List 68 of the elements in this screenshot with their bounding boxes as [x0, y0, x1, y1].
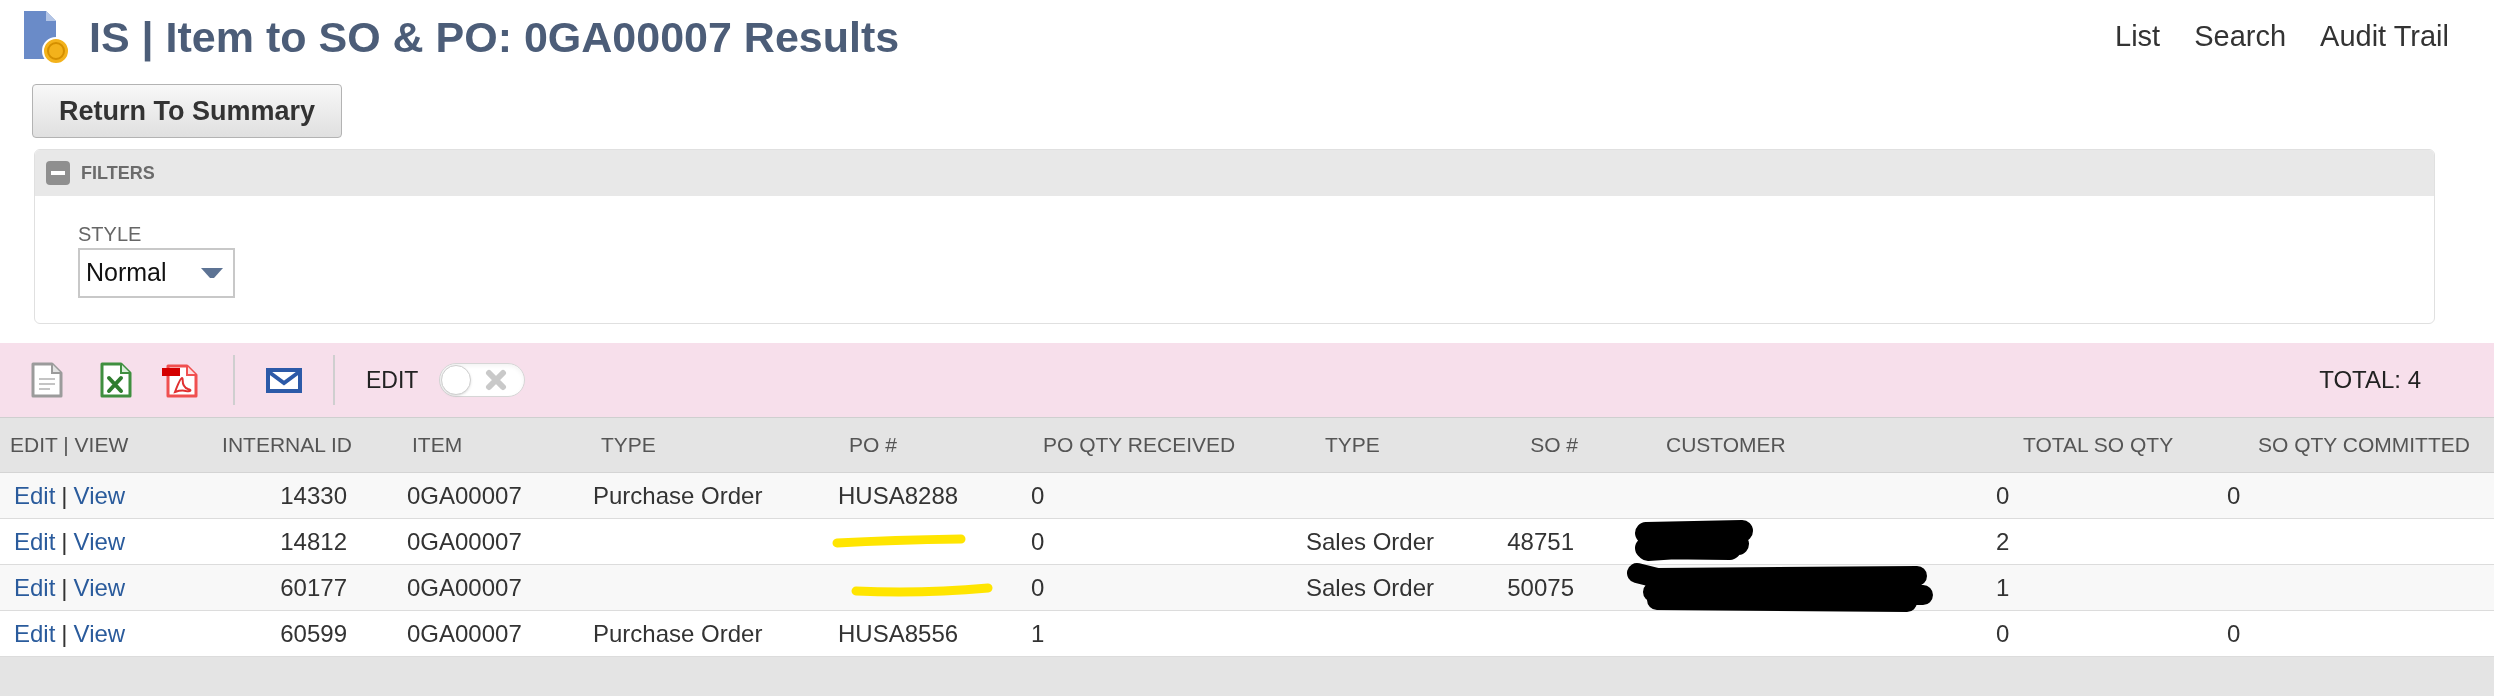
nav-link[interactable]: List — [2115, 15, 2161, 59]
column-header[interactable]: EDIT | VIEW — [10, 429, 129, 461]
so-qty-committed-text: 0 — [2227, 618, 2241, 649]
nav-link[interactable]: Search — [2194, 15, 2287, 59]
order-type-text: Purchase Order — [593, 618, 763, 649]
view-link[interactable]: View — [73, 477, 126, 514]
column-header[interactable]: TOTAL SO QTY — [2023, 429, 2174, 461]
total-so-qty-text: 2 — [1996, 526, 2010, 557]
return-to-summary-button[interactable]: Return To Summary — [32, 84, 342, 138]
order-type-text: Sales Order — [1306, 572, 1435, 603]
collapse-icon[interactable] — [46, 161, 70, 185]
edit-link[interactable]: Edit — [14, 615, 56, 652]
view-link[interactable]: View — [73, 523, 126, 560]
internal-id-text: 60599 — [280, 618, 347, 649]
item-code-text: 0GA00007 — [407, 480, 522, 511]
column-header[interactable]: TYPE — [1325, 429, 1380, 461]
caret-icon — [201, 267, 223, 279]
total-so-qty-text: 0 — [1996, 618, 2010, 649]
item-code-text: 0GA00007 — [407, 572, 522, 603]
pdf-document-icon[interactable] — [162, 362, 198, 398]
link-separator: | — [61, 480, 68, 511]
nav-link[interactable]: Audit Trail — [2320, 15, 2449, 59]
spreadsheet-file-icon[interactable] — [100, 362, 132, 398]
filters-header[interactable]: FILTERS — [35, 150, 2434, 196]
column-header[interactable]: SO QTY COMMITTED — [2258, 429, 2470, 461]
so-qty-committed-text: 0 — [2227, 480, 2241, 511]
po-number-text: HUSA8288 — [838, 480, 959, 511]
order-type-text: Purchase Order — [593, 480, 763, 511]
total-count: TOTAL: 4 — [2319, 365, 2421, 395]
edit-link[interactable]: Edit — [14, 523, 56, 560]
view-link[interactable]: View — [73, 569, 126, 606]
column-header[interactable]: PO # — [849, 429, 897, 461]
total-so-qty-text: 1 — [1996, 572, 2010, 603]
edit-link[interactable]: Edit — [14, 569, 56, 606]
link-separator: | — [61, 618, 68, 649]
filters-title: FILTERS — [81, 161, 155, 185]
po-number-text: HUSA8556 — [838, 618, 959, 649]
po-qty-received-text: 0 — [1031, 572, 1045, 603]
column-header[interactable]: ITEM — [412, 429, 463, 461]
document-icon[interactable] — [31, 362, 63, 398]
so-number-text: 48751 — [1507, 526, 1574, 557]
view-link[interactable]: View — [73, 615, 126, 652]
internal-id-text: 60177 — [280, 572, 347, 603]
edit-toggle[interactable] — [439, 363, 526, 397]
column-header[interactable]: INTERNAL ID — [222, 429, 352, 461]
total-so-qty-text: 0 — [1996, 480, 2010, 511]
so-number-text: 50075 — [1507, 572, 1574, 603]
po-qty-received-text: 0 — [1031, 526, 1045, 557]
edit-label: EDIT — [366, 365, 419, 395]
item-code-text: 0GA00007 — [407, 618, 522, 649]
document-coin-icon — [22, 9, 70, 65]
internal-id-text: 14330 — [280, 480, 347, 511]
column-header[interactable]: CUSTOMER — [1666, 429, 1786, 461]
x-mark-icon — [485, 369, 508, 391]
style-dropdown[interactable]: Normal — [78, 248, 235, 298]
edit-link[interactable]: Edit — [14, 477, 56, 514]
column-header[interactable]: SO # — [1530, 429, 1578, 461]
field-label: STYLE — [78, 222, 142, 246]
link-separator: | — [61, 526, 68, 557]
item-code-text: 0GA00007 — [407, 526, 522, 557]
order-type-text: Sales Order — [1306, 526, 1435, 557]
column-header[interactable]: PO QTY RECEIVED — [1043, 429, 1236, 461]
link-separator: | — [61, 572, 68, 603]
mail-icon[interactable] — [266, 367, 302, 393]
po-qty-received-text: 1 — [1031, 618, 1045, 649]
po-qty-received-text: 0 — [1031, 480, 1045, 511]
column-header[interactable]: TYPE — [601, 429, 656, 461]
internal-id-text: 14812 — [280, 526, 347, 557]
